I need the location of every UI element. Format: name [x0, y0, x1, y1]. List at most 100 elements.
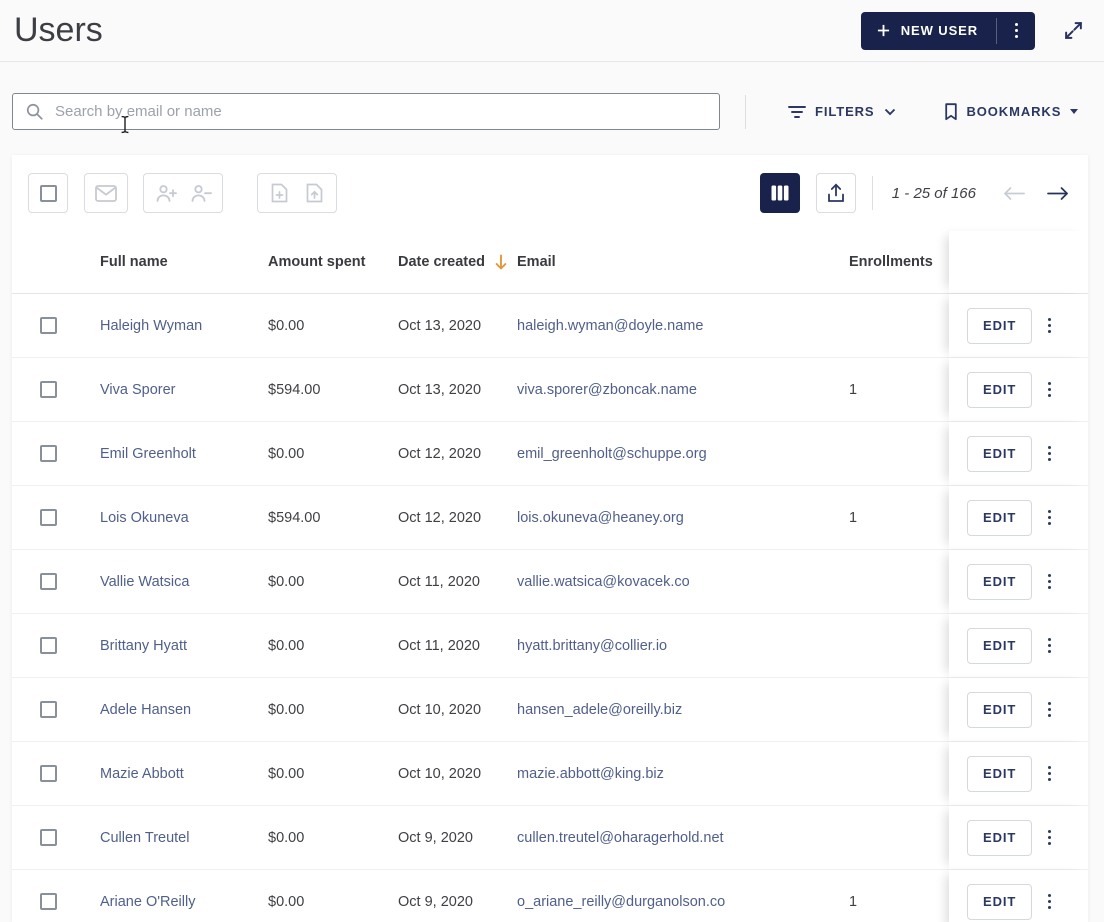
user-email-link[interactable]: emil_greenholt@schuppe.org: [517, 446, 707, 462]
filters-button[interactable]: FILTERS: [786, 98, 898, 125]
row-menu-icon[interactable]: [1042, 502, 1057, 533]
row-checkbox[interactable]: [40, 317, 57, 334]
edit-button[interactable]: EDIT: [967, 371, 1033, 408]
email-cell: hyatt.brittany@collier.io: [517, 638, 849, 654]
email-cell: emil_greenholt@schuppe.org: [517, 446, 849, 462]
expand-icon[interactable]: [1061, 18, 1086, 43]
remove-user-button[interactable]: [183, 174, 218, 212]
email-cell: o_ariane_reilly@durganolson.co: [517, 894, 849, 910]
row-menu-icon[interactable]: [1042, 694, 1057, 725]
select-all-checkbox-wrapper[interactable]: [28, 173, 68, 213]
new-user-main[interactable]: NEW USER: [861, 12, 996, 50]
user-email-link[interactable]: vallie.watsica@kovacek.co: [517, 574, 690, 590]
edit-button[interactable]: EDIT: [967, 563, 1033, 600]
email-icon: [95, 184, 117, 202]
user-email-link[interactable]: viva.sporer@zboncak.name: [517, 382, 697, 398]
table-row: Lois Okuneva $594.00 Oct 12, 2020 lois.o…: [12, 486, 1088, 550]
enrollments-cell: 1: [849, 381, 858, 398]
next-page-button[interactable]: [1044, 183, 1072, 204]
date-created-cell: Oct 12, 2020: [398, 509, 482, 526]
row-menu-icon[interactable]: [1042, 886, 1057, 917]
edit-button[interactable]: EDIT: [967, 819, 1033, 856]
row-menu-icon[interactable]: [1042, 566, 1057, 597]
edit-button[interactable]: EDIT: [967, 883, 1033, 920]
user-name-cell: Adele Hansen: [100, 702, 268, 718]
column-header-date-created[interactable]: Date created: [398, 254, 517, 271]
select-all-checkbox[interactable]: [39, 184, 57, 202]
export-file-button[interactable]: [297, 174, 332, 212]
edit-button[interactable]: EDIT: [967, 755, 1033, 792]
row-menu-icon[interactable]: [1042, 758, 1057, 789]
edit-button[interactable]: EDIT: [967, 499, 1033, 536]
user-name-link[interactable]: Vallie Watsica: [100, 574, 189, 590]
column-header-amount-spent[interactable]: Amount spent: [268, 254, 398, 270]
row-checkbox[interactable]: [40, 445, 57, 462]
table-row: Cullen Treutel $0.00 Oct 9, 2020 cullen.…: [12, 806, 1088, 870]
user-name-link[interactable]: Adele Hansen: [100, 702, 191, 718]
user-name-cell: Mazie Abbott: [100, 766, 268, 782]
columns-view-button[interactable]: [759, 173, 800, 213]
edit-button[interactable]: EDIT: [967, 691, 1033, 728]
row-checkbox[interactable]: [40, 701, 57, 718]
table-body: Haleigh Wyman $0.00 Oct 13, 2020 haleigh…: [12, 294, 1088, 922]
user-name-link[interactable]: Emil Greenholt: [100, 446, 196, 462]
export-button[interactable]: [815, 173, 856, 213]
send-email-button[interactable]: [84, 173, 128, 213]
column-header-email[interactable]: Email: [517, 254, 849, 270]
user-email-link[interactable]: mazie.abbott@king.biz: [517, 766, 664, 782]
new-user-menu-icon[interactable]: [997, 12, 1035, 50]
user-email-link[interactable]: lois.okuneva@heaney.org: [517, 510, 684, 526]
row-checkbox[interactable]: [40, 381, 57, 398]
user-email-link[interactable]: o_ariane_reilly@durganolson.co: [517, 894, 725, 910]
edit-button[interactable]: EDIT: [967, 307, 1033, 344]
add-user-icon: [156, 184, 177, 202]
caret-down-icon: [1070, 109, 1079, 114]
user-email-link[interactable]: hansen_adele@oreilly.biz: [517, 702, 682, 718]
row-checkbox[interactable]: [40, 829, 57, 846]
row-menu-icon[interactable]: [1042, 438, 1057, 469]
user-name-link[interactable]: Viva Sporer: [100, 382, 176, 398]
row-checkbox[interactable]: [40, 765, 57, 782]
row-menu-icon[interactable]: [1042, 630, 1057, 661]
column-header-enrollments[interactable]: Enrollments: [849, 254, 949, 270]
table-row: Ariane O'Reilly $0.00 Oct 9, 2020 o_aria…: [12, 870, 1088, 922]
edit-button[interactable]: EDIT: [967, 627, 1033, 664]
user-name-link[interactable]: Brittany Hyatt: [100, 638, 187, 654]
row-checkbox[interactable]: [40, 637, 57, 654]
user-name-link[interactable]: Cullen Treutel: [100, 830, 189, 846]
vertical-divider: [745, 94, 746, 129]
export-file-icon: [306, 183, 323, 203]
user-name-link[interactable]: Ariane O'Reilly: [100, 894, 195, 910]
user-name-link[interactable]: Lois Okuneva: [100, 510, 189, 526]
add-user-button[interactable]: [148, 174, 183, 212]
search-input[interactable]: [12, 93, 720, 130]
search-filter-row: FILTERS BOOKMARKS: [0, 62, 1104, 130]
add-file-button[interactable]: [262, 174, 297, 212]
row-checkbox[interactable]: [40, 573, 57, 590]
table-row: Emil Greenholt $0.00 Oct 12, 2020 emil_g…: [12, 422, 1088, 486]
previous-page-button[interactable]: [1000, 183, 1028, 204]
user-name-link[interactable]: Haleigh Wyman: [100, 318, 202, 334]
row-menu-icon[interactable]: [1042, 374, 1057, 405]
column-header-full-name[interactable]: Full name: [100, 254, 268, 270]
row-checkbox[interactable]: [40, 893, 57, 910]
file-actions-group: [257, 173, 337, 213]
users-table-card: 1 - 25 of 166 Full name Amount spent Dat…: [12, 155, 1088, 922]
edit-button[interactable]: EDIT: [967, 435, 1033, 472]
user-email-link[interactable]: cullen.treutel@oharagerhold.net: [517, 830, 724, 846]
row-checkbox[interactable]: [40, 509, 57, 526]
row-menu-icon[interactable]: [1042, 310, 1057, 341]
user-email-link[interactable]: hyatt.brittany@collier.io: [517, 638, 667, 654]
row-menu-icon[interactable]: [1042, 822, 1057, 853]
bookmark-icon: [944, 102, 957, 120]
sort-descending-icon: [495, 254, 507, 269]
row-checkbox-cell: [12, 317, 100, 334]
row-checkbox-cell: [12, 637, 100, 654]
new-user-button[interactable]: NEW USER: [860, 11, 1035, 50]
amount-spent-cell: $0.00: [268, 445, 305, 462]
user-name-link[interactable]: Mazie Abbott: [100, 766, 184, 782]
user-email-link[interactable]: haleigh.wyman@doyle.name: [517, 318, 703, 334]
date-created-cell: Oct 10, 2020: [398, 701, 482, 718]
bookmarks-button[interactable]: BOOKMARKS: [942, 97, 1081, 127]
table-row: Mazie Abbott $0.00 Oct 10, 2020 mazie.ab…: [12, 742, 1088, 806]
